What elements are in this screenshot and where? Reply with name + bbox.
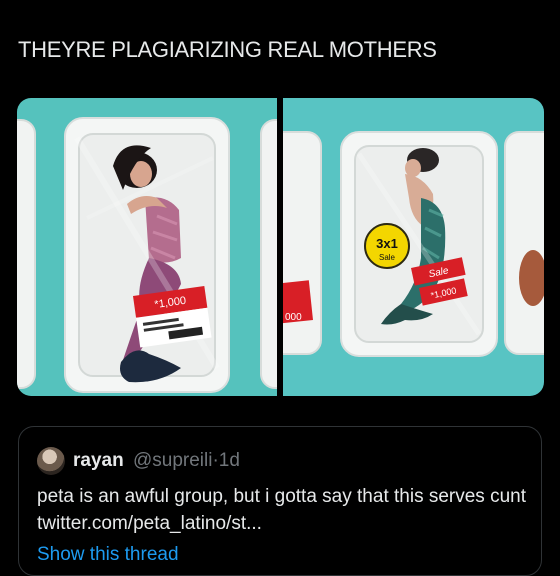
tweet-media[interactable]: *1,000 000 3x1 Sale Sale *1,000 — [17, 98, 544, 396]
tweet-text: THEYRE PLAGIARIZING REAL MOTHERS — [18, 37, 437, 62]
quote-body: peta is an awful group, but i gotta say … — [37, 486, 526, 534]
media-image-right[interactable]: 000 3x1 Sale Sale *1,000 — [283, 98, 544, 396]
edge-price-text: 000 — [285, 312, 302, 323]
quote-header: rayan @supreili·1d — [73, 449, 240, 473]
quote-author-name[interactable]: rayan — [73, 450, 124, 471]
quote-timestamp[interactable]: 1d — [219, 450, 240, 471]
sale-badge-main: 3x1 — [376, 236, 398, 251]
media-image-left[interactable]: *1,000 — [17, 98, 277, 396]
price-label-left: *1,000 — [133, 285, 212, 348]
sleeping-mermaid-tray-illustration: 000 3x1 Sale Sale *1,000 — [283, 131, 544, 357]
quoted-tweet-card[interactable]: rayan @supreili·1d peta is an awful grou… — [18, 426, 542, 576]
sale-badge: 3x1 Sale — [364, 223, 410, 269]
sale-badge-sub: Sale — [379, 253, 396, 262]
quote-author-handle[interactable]: @supreili — [133, 450, 212, 471]
show-thread-link[interactable]: Show this thread — [37, 542, 179, 568]
mermaid-tray-illustration: *1,000 — [17, 117, 277, 393]
avatar[interactable] — [37, 447, 65, 475]
